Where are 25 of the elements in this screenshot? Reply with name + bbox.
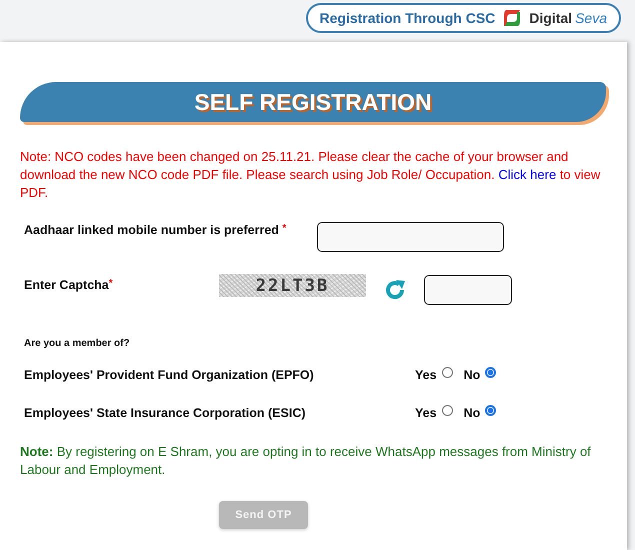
brand-name: Digital (529, 10, 572, 26)
option-label: Yes (415, 406, 437, 420)
brand-name-accent: Seva (575, 10, 607, 26)
membership-label: Employees' State Insurance Corporation (ESIC) (24, 406, 307, 420)
membership-question: Are you a member of? (23, 338, 131, 349)
membership-label: Employees' Provident Fund Organization (EPFO) (24, 368, 315, 382)
registration-badge[interactable]: Registration Through CSC Digital Seva (306, 3, 621, 33)
radio-button[interactable] (442, 404, 453, 416)
radio-button[interactable] (485, 404, 496, 416)
option-label: No (464, 406, 480, 420)
notice-text: Note: NCO codes have been changed on 25.11.21. Please clear the cache of your browser and download the new NCO code PDF file. Please search using Job Role/ Occupation. Click here to view PDF. (20, 148, 602, 202)
refresh-icon[interactable] (383, 278, 407, 302)
option-label: No (464, 368, 480, 382)
captcha-label: Enter Captcha* (24, 278, 114, 292)
consent-note: Note: By registering on E Shram, you are opting in to receive WhatsApp messages from Ministry of Labour and Employment. (20, 443, 592, 479)
option-label: Yes (415, 368, 437, 382)
view-pdf-link[interactable]: Click here (498, 167, 556, 182)
radio-button[interactable] (485, 366, 496, 378)
mobile-input[interactable] (317, 222, 504, 252)
badge-label: Registration Through CSC (320, 10, 496, 26)
radio-button[interactable] (442, 366, 453, 378)
captcha-input[interactable] (424, 275, 512, 305)
mobile-label: Aadhaar linked mobile number is preferred * (24, 223, 288, 237)
captcha-image: 22LT3B (219, 274, 366, 297)
page-title: SELF REGISTRATION (194, 88, 432, 116)
